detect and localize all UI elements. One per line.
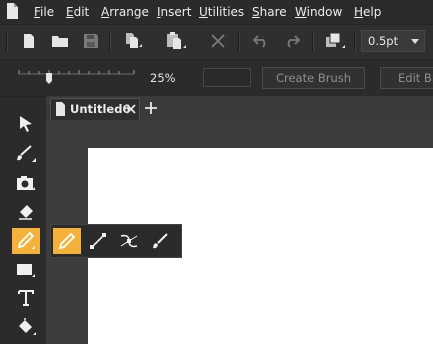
open-button[interactable] [47, 28, 73, 54]
brush-tool[interactable] [12, 141, 40, 167]
eraser-icon [19, 205, 33, 220]
eraser-tool[interactable] [12, 199, 40, 225]
fill-bucket-icon [19, 318, 36, 335]
redo-button[interactable] [279, 28, 305, 54]
brush-preview-field[interactable] [203, 68, 251, 87]
text-tool[interactable] [12, 285, 40, 311]
menu-help[interactable]: Help [354, 5, 381, 19]
delete-icon [211, 34, 225, 48]
close-icon[interactable] [126, 104, 136, 114]
menu-file[interactable]: File [34, 5, 54, 19]
open-folder-icon [52, 36, 68, 47]
document-tab[interactable]: Untitled6 [50, 98, 140, 120]
toolbar-divider [312, 30, 314, 52]
create-brush-button[interactable]: Create Brush [262, 67, 365, 89]
copy-button[interactable] [120, 28, 146, 54]
document-icon [56, 102, 65, 116]
menu-utilities[interactable]: Utilities [199, 5, 244, 19]
menu-window[interactable]: Window [295, 5, 342, 19]
rectangle-tool[interactable] [12, 257, 40, 283]
redo-icon [287, 35, 301, 48]
undo-icon [252, 35, 266, 48]
pencil-icon [17, 231, 35, 249]
undo-button[interactable] [248, 28, 274, 54]
new-tab-icon[interactable] [144, 101, 158, 115]
paste-icon [167, 32, 186, 49]
arrange-icon [326, 32, 345, 48]
flyout-pen-button[interactable] [146, 228, 174, 254]
toolbar-divider [6, 30, 8, 52]
menu-share[interactable]: Share [252, 5, 287, 19]
menu-arrange[interactable]: Arrange [101, 5, 149, 19]
line-icon [90, 233, 106, 249]
flyout-curve-button[interactable] [115, 228, 143, 254]
toolbar-divider [238, 30, 240, 52]
selection-arrow-icon [20, 116, 32, 132]
brush-tool-icon [17, 145, 36, 162]
chevron-down-icon [411, 39, 419, 44]
selection-tool[interactable] [12, 111, 40, 137]
save-icon [84, 34, 98, 48]
edit-brush-button[interactable]: Edit Brush [380, 67, 433, 89]
new-document-button[interactable] [16, 28, 42, 54]
toolbar-divider [354, 30, 356, 52]
fill-tool[interactable] [12, 314, 40, 340]
pencil-tool[interactable] [12, 228, 40, 254]
camera-tool[interactable] [12, 170, 40, 196]
menu-edit[interactable]: Edit [66, 5, 89, 19]
rectangle-icon [17, 264, 35, 277]
save-button[interactable] [78, 28, 104, 54]
curve-icon [120, 234, 138, 248]
slider-handle [46, 73, 52, 84]
stroke-width-value: 0.5pt [368, 34, 399, 48]
new-document-icon [24, 34, 34, 48]
menu-insert[interactable]: Insert [157, 5, 191, 19]
delete-button[interactable] [205, 28, 231, 54]
flyout-line-button[interactable] [84, 228, 112, 254]
camera-icon [17, 176, 35, 190]
zoom-slider[interactable] [14, 64, 140, 90]
paste-button[interactable] [163, 28, 189, 54]
pen-icon [153, 233, 168, 249]
zoom-value: 25% [150, 71, 176, 85]
text-tool-icon [18, 290, 34, 306]
document-tab-title: Untitled6 [70, 102, 131, 116]
flyout-pencil-button[interactable] [53, 228, 81, 254]
toolbar-divider [109, 30, 111, 52]
document-icon [7, 3, 18, 19]
stroke-width-dropdown[interactable]: 0.5pt [361, 30, 425, 52]
copy-icon [126, 33, 142, 48]
pencil-icon [58, 232, 76, 250]
arrange-button[interactable] [322, 28, 348, 54]
